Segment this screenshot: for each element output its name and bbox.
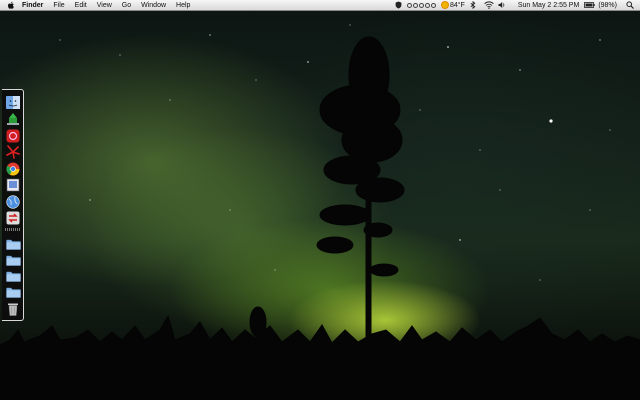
folder-icon[interactable] [5, 268, 21, 283]
temperature-text: 84°F [449, 1, 465, 9]
globe-app-icon[interactable] [5, 194, 21, 209]
green-app-icon[interactable] [5, 111, 21, 126]
chrome-icon[interactable] [5, 161, 21, 176]
spotlight-search-icon[interactable] [626, 0, 634, 11]
menu-window[interactable]: Window [136, 0, 171, 11]
clock[interactable]: Sun May 2 2:55 PM [518, 0, 579, 11]
shield-icon[interactable] [395, 0, 402, 11]
menu-view[interactable]: View [92, 0, 117, 11]
menu-file[interactable]: File [48, 0, 69, 11]
bluetooth-icon[interactable] [470, 0, 476, 11]
folder-icon[interactable] [5, 236, 21, 251]
red-fan-app-icon[interactable] [5, 144, 21, 159]
weather-widget[interactable]: 84°F [441, 1, 465, 9]
trash-icon[interactable] [5, 301, 21, 316]
status-circles-icon[interactable] [406, 2, 436, 8]
menu-edit[interactable]: Edit [70, 0, 92, 11]
wifi-icon[interactable] [484, 0, 494, 11]
folder-icon[interactable] [5, 284, 21, 299]
finder-icon[interactable] [5, 95, 21, 110]
sync-app-icon[interactable] [5, 210, 21, 225]
status-area: 84°F Sun May 2 2:55 PM (98%) [393, 0, 640, 11]
folder-icon[interactable] [5, 252, 21, 267]
battery-icon[interactable] [584, 0, 596, 11]
menu-go[interactable]: Go [117, 0, 136, 11]
menu-finder[interactable]: Finder [18, 0, 48, 11]
red-app-icon[interactable] [5, 128, 21, 143]
battery-percent: (98%) [598, 1, 617, 9]
dock-separator [5, 228, 20, 231]
menu-bar: Finder File Edit View Go Window Help 84°… [0, 0, 640, 11]
preview-icon[interactable] [5, 177, 21, 192]
dock [2, 89, 24, 321]
volume-icon[interactable] [498, 0, 506, 11]
apple-icon[interactable] [4, 0, 18, 11]
menu-help[interactable]: Help [171, 0, 195, 11]
sun-icon [441, 2, 448, 8]
tree-silhouette [0, 36, 640, 400]
